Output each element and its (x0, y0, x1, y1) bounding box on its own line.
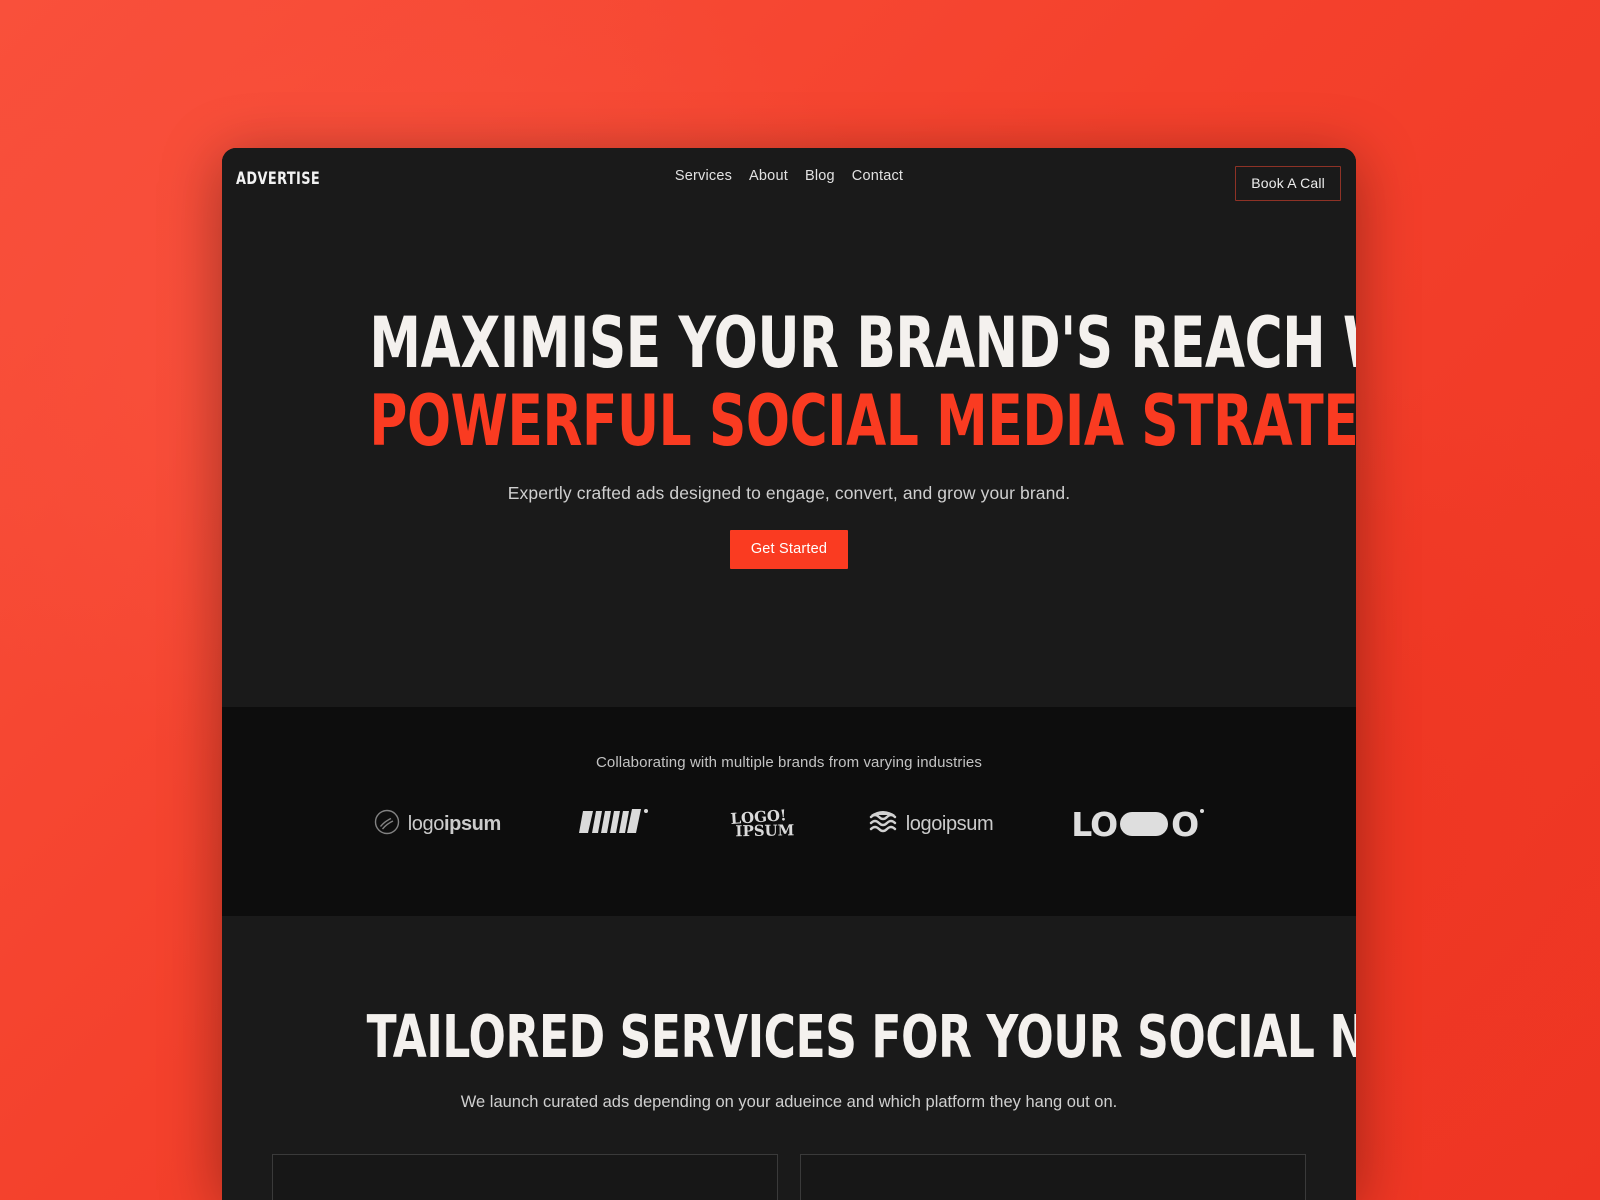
service-card-list (222, 1154, 1356, 1200)
brand-logo-5-text-right: O (1171, 804, 1199, 844)
site-panel: ADVERTISE Services About Blog Contact Bo… (222, 148, 1356, 1200)
hero-title-line-2: POWERFUL SOCIAL MEDIA STRATEGIES (369, 380, 1356, 463)
brand-logo-2 (578, 803, 653, 845)
brand-logo-3-line-2: IPSUM (735, 821, 795, 841)
brand-logo-4: logoipsum (868, 803, 994, 845)
nav-link-services[interactable]: Services (675, 168, 732, 184)
services-title: TAILORED SERVICES FOR YOUR SOCIAL NEEDS (366, 1002, 1356, 1071)
brand-logo-3: LOGO! IPSUM (730, 803, 795, 845)
get-started-button[interactable]: Get Started (729, 529, 849, 569)
services-section: TAILORED SERVICES FOR YOUR SOCIAL NEEDS … (222, 916, 1356, 1200)
hero-title-line-1: MAXIMISE YOUR BRAND'S REACH WITH (369, 302, 1356, 384)
brand-logo-5-dot (1200, 808, 1205, 813)
brand-logo-5: LO O (1071, 803, 1205, 845)
pill-icon: LO O (1071, 804, 1205, 844)
hero-section: MAXIMISE YOUR BRAND'S REACH WITH POWERFU… (222, 212, 1356, 707)
brands-section: Collaborating with multiple brands from … (222, 707, 1356, 916)
main-nav: Services About Blog Contact (675, 168, 903, 184)
brands-caption: Collaborating with multiple brands from … (596, 754, 982, 771)
nav-link-blog[interactable]: Blog (805, 168, 835, 184)
brand-logo-1: logoipsum (374, 803, 501, 845)
site-header: ADVERTISE Services About Blog Contact Bo… (222, 148, 1356, 212)
brand-logo-1-text-light: logo (407, 812, 445, 835)
book-a-call-button[interactable]: Book A Call (1235, 166, 1341, 201)
handwritten-icon: LOGO! IPSUM (730, 806, 795, 841)
page-background: ADVERTISE Services About Blog Contact Bo… (0, 0, 1600, 1200)
brand-logo-4-text: logoipsum (905, 812, 994, 835)
brand-logo-1-text-bold: ipsum (443, 812, 501, 835)
brand-logo[interactable]: ADVERTISE (236, 169, 320, 189)
services-subtitle: We launch curated ads depending on your … (460, 1093, 1118, 1111)
hero-title: MAXIMISE YOUR BRAND'S REACH WITH POWERFU… (369, 304, 1356, 463)
brand-logo-1-text: logoipsum (407, 812, 502, 836)
waves-icon (868, 809, 898, 840)
hero-subtitle: Expertly crafted ads designed to engage,… (507, 482, 1071, 503)
nav-link-contact[interactable]: Contact (852, 168, 903, 184)
nav-link-about[interactable]: About (749, 168, 788, 184)
brand-logo-row: logoipsum LOGO! IPSUM logoipsum LO O (222, 803, 1356, 845)
slanted-bars-icon (578, 805, 653, 844)
brand-logo-5-pill (1120, 812, 1169, 836)
service-card-2[interactable] (800, 1154, 1306, 1200)
brand-logo-5-text-left: LO (1071, 804, 1118, 844)
circle-swirl-icon (374, 809, 400, 840)
service-card-1[interactable] (272, 1154, 778, 1200)
